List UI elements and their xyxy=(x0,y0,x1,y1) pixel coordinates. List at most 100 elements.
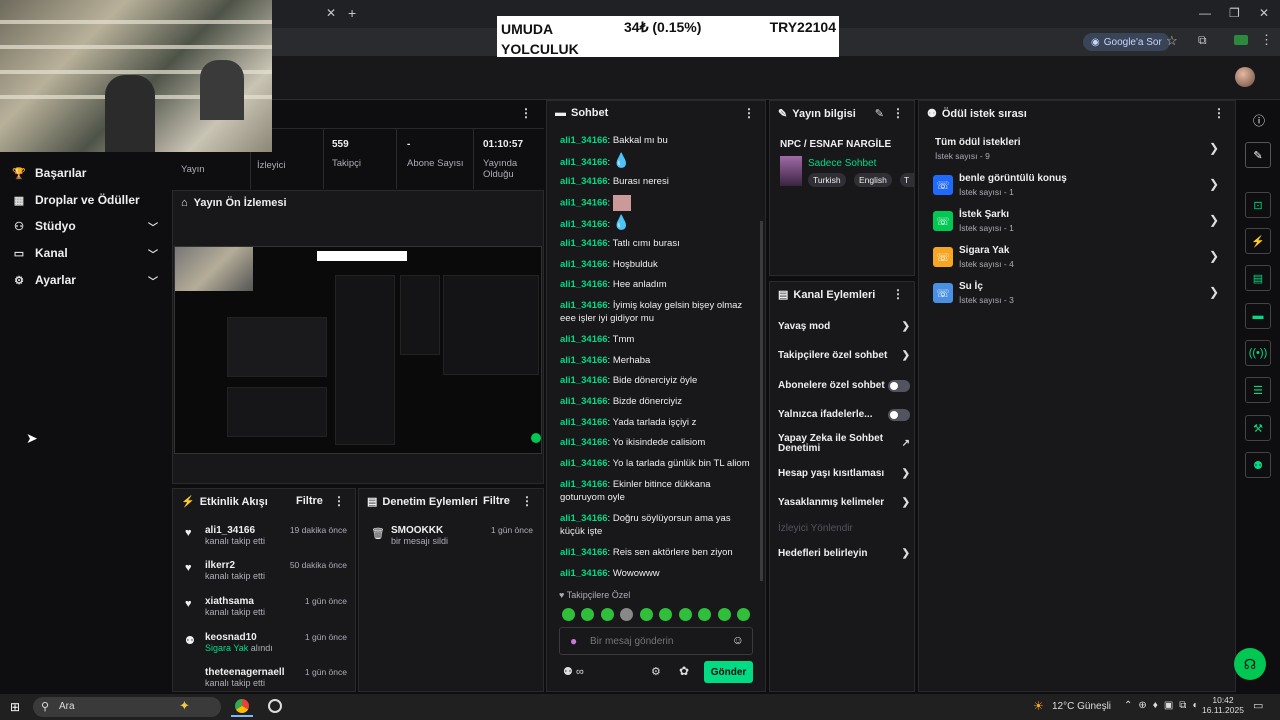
emote-icon[interactable] xyxy=(659,608,672,621)
edit-icon[interactable]: ✎ xyxy=(875,107,884,120)
taskbar-search[interactable]: ⚲ Ara ✦ xyxy=(33,697,221,717)
emote-icon[interactable] xyxy=(698,608,711,621)
emote-icon[interactable] xyxy=(620,608,633,621)
activity-menu-icon[interactable]: ⋮ xyxy=(333,494,345,508)
emote-icon[interactable] xyxy=(562,608,575,621)
emoji-icon[interactable]: ☺ xyxy=(732,633,744,647)
extensions-icon[interactable]: ⧉ xyxy=(1198,33,1207,48)
reward-queue-menu-icon[interactable]: ⋮ xyxy=(1213,106,1225,120)
bookmark-star-icon[interactable]: ☆ xyxy=(1166,33,1178,49)
new-tab-icon[interactable]: + xyxy=(348,5,356,21)
document-icon[interactable]: ▤ xyxy=(1245,265,1271,291)
windows-start-icon[interactable]: ⊞ xyxy=(10,700,20,714)
subscribers-only-toggle[interactable] xyxy=(888,379,910,392)
weather-icon: ☀ xyxy=(1033,699,1044,713)
weather-text[interactable]: 12°C Güneşli xyxy=(1052,701,1111,712)
reward-item[interactable]: ☏ benle görüntülü konuş İstek sayısı - 1… xyxy=(933,173,1219,203)
points-icon[interactable]: ⚉ xyxy=(1245,452,1271,478)
stat-followers: 559 Takipçi xyxy=(332,139,362,169)
reward-item[interactable]: ☏ Su İç İstek sayısı - 3 ❯ xyxy=(933,281,1219,311)
sidebar-item-achievements[interactable]: 🏆 Başarılar xyxy=(12,162,162,184)
broadcast-icon[interactable]: ((•)) xyxy=(1245,340,1271,366)
list-item: 🗑 SMOOKKK bir mesajı sildi 1 gün önce xyxy=(371,525,533,546)
google-ask-button[interactable]: ◉ Google'a Sor xyxy=(1083,33,1170,51)
bolt-icon[interactable]: ⚡ xyxy=(1245,228,1271,254)
profile-icon[interactable] xyxy=(1234,35,1248,45)
chevron-down-icon: ﹀ xyxy=(148,249,158,261)
info-icon[interactable]: ⓘ xyxy=(1253,112,1265,129)
moderation-filter-button[interactable]: Filtre xyxy=(483,495,510,507)
tag[interactable]: Turkish xyxy=(808,173,846,187)
sidebar-item-drops[interactable]: ▦ Droplar ve Ödüller xyxy=(12,189,162,211)
tray-icons[interactable]: ⌃⊕♦▣⧉◐ xyxy=(1124,700,1205,711)
chat-settings-icon[interactable]: ⚙ xyxy=(651,665,661,678)
maximize-icon[interactable]: ❐ xyxy=(1229,6,1240,20)
banned-words-item[interactable]: Yasaklanmış kelimeler ❯ xyxy=(778,497,910,508)
ai-moderation-item[interactable]: Yapay Zeka ile Sohbet Denetimi ↗ xyxy=(778,434,910,454)
channel-actions-menu-icon[interactable]: ⋮ xyxy=(892,287,904,301)
browser-menu-icon[interactable]: ⋮ xyxy=(1260,32,1273,48)
chrome-taskbar-icon[interactable] xyxy=(231,697,253,717)
chat-input-wrapper: ● ☺ xyxy=(559,627,753,655)
channel-points-button[interactable]: ⚉ ∞ xyxy=(563,665,584,678)
chat-bot-icon[interactable]: ✿ xyxy=(679,664,689,678)
tag[interactable]: English xyxy=(854,173,892,187)
layout-icon[interactable]: ☰ xyxy=(1245,377,1271,403)
face-emote-icon xyxy=(612,195,631,211)
stream-preview-video[interactable] xyxy=(174,246,542,454)
emote-only-item[interactable]: Yalnızca ifadelerle... xyxy=(778,408,910,421)
all-rewards-item[interactable]: Tüm ödül istekleri İstek sayısı - 9 ❯ xyxy=(933,137,1219,167)
obs-taskbar-icon[interactable] xyxy=(265,697,285,717)
emote-icon[interactable] xyxy=(718,608,731,621)
mic-icon[interactable]: ● xyxy=(570,634,577,648)
activity-filter-button[interactable]: Filtre xyxy=(296,495,323,507)
reward-item[interactable]: ☏ Sigara Yak İstek sayısı - 4 ❯ xyxy=(933,245,1219,275)
list-item: ♥theteenagernaellkanalı takip etti1 gün … xyxy=(205,667,347,688)
edit-quick-actions-icon[interactable]: ✎ xyxy=(1245,142,1271,168)
slow-mode-item[interactable]: Yavaş mod ❯ xyxy=(778,321,910,332)
notification-icon[interactable]: ▭ xyxy=(1253,699,1263,712)
send-button[interactable]: Gönder xyxy=(704,661,753,683)
account-age-item[interactable]: Hesap yaşı kısıtlaması ❯ xyxy=(778,468,910,479)
chat-message: ali1_34166: Ekinler bitince dükkana gotu… xyxy=(560,479,711,503)
chat-input[interactable] xyxy=(590,633,730,649)
chevron-right-icon: ❯ xyxy=(1208,285,1219,299)
stream-info-title: ✎ Yayın bilgisi xyxy=(778,107,856,121)
clip-icon[interactable]: ⊡ xyxy=(1245,192,1271,218)
sidebar-item-studio[interactable]: ⚇ Stüdyo ﹀ xyxy=(12,215,162,237)
emote-icon[interactable] xyxy=(640,608,653,621)
minimize-icon[interactable]: — xyxy=(1199,6,1211,20)
mouse-cursor: ➤ xyxy=(26,430,38,446)
reward-queue-panel: ⚉ Ödül istek sırası ⋮ Tüm ödül istekleri … xyxy=(918,100,1236,692)
copilot-icon: ✦ xyxy=(179,698,190,713)
stat-uptime: 01:10:57 Yayında Olduğu xyxy=(483,139,524,180)
emote-icon[interactable] xyxy=(679,608,692,621)
subscribers-only-item[interactable]: Abonelere özel sohbet xyxy=(778,379,910,392)
goals-item[interactable]: Hedefleri belirleyin ❯ xyxy=(778,548,910,559)
avatar[interactable] xyxy=(1235,67,1255,87)
gear-icon: ⚙ xyxy=(14,274,24,287)
wrench-icon[interactable]: ⚒ xyxy=(1245,415,1271,441)
emote-icon[interactable] xyxy=(737,608,750,621)
sidebar-item-settings[interactable]: ⚙ Ayarlar ﹀ xyxy=(12,269,162,291)
stats-menu-icon[interactable]: ⋮ xyxy=(520,106,532,120)
followers-only-item[interactable]: Takipçilere özel sohbet ❯ xyxy=(778,350,910,361)
emote-icon[interactable] xyxy=(581,608,594,621)
sidebar-item-channel[interactable]: ▭ Kanal ﹀ xyxy=(12,242,162,264)
chevron-right-icon: ❯ xyxy=(1208,213,1219,227)
tag[interactable]: T xyxy=(900,173,914,187)
moderation-menu-icon[interactable]: ⋮ xyxy=(521,494,533,508)
donation-ticker: UMUDA YOLCULUK 34₺ (0.15%) TRY22104 xyxy=(497,16,839,57)
chat-message: ali1_34166: 💧 xyxy=(560,214,631,230)
water-icon: ☏ xyxy=(933,283,953,303)
emote-only-toggle[interactable] xyxy=(888,408,910,421)
support-chat-button[interactable]: ☊ xyxy=(1234,648,1266,680)
stream-info-menu-icon[interactable]: ⋮ xyxy=(892,106,904,120)
close-tab-icon[interactable]: ✕ xyxy=(326,6,336,20)
chat-bubble-icon[interactable]: ▬ xyxy=(1245,303,1271,329)
clock[interactable]: 10:42 16.11.2025 xyxy=(1200,695,1246,715)
window-close-icon[interactable]: ✕ xyxy=(1259,6,1269,20)
emote-icon[interactable] xyxy=(601,608,614,621)
reward-item[interactable]: ☏ İstek Şarkı İstek sayısı - 1 ❯ xyxy=(933,209,1219,239)
category-name[interactable]: Sadece Sohbet xyxy=(808,158,876,169)
